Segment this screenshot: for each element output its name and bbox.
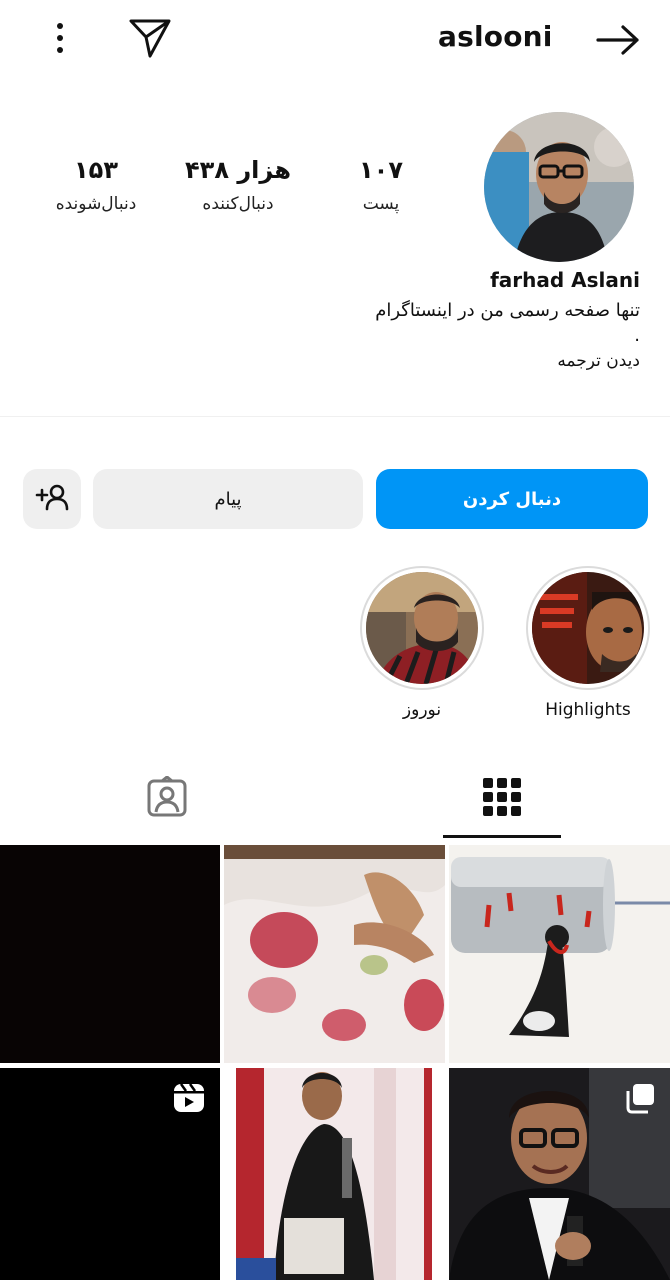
bio-text-dot: . xyxy=(634,325,640,346)
see-translation-link[interactable]: دیدن ترجمه xyxy=(120,351,640,371)
post-thumbnail[interactable] xyxy=(224,1068,445,1280)
active-tab-indicator xyxy=(443,835,561,838)
follow-button[interactable]: دنبال کردن xyxy=(376,469,648,529)
divider xyxy=(0,416,670,417)
following-count[interactable]: ۱۵۳ دنبال‌شونده xyxy=(38,156,154,214)
grid-icon xyxy=(482,777,522,821)
profile-bio: farhad Aslani تنها صفحه رسمی من در اینست… xyxy=(120,268,640,371)
paper-plane-icon[interactable] xyxy=(126,14,174,62)
following-count-value: ۱۵۳ xyxy=(74,156,118,184)
reel-icon xyxy=(172,1082,206,1118)
following-count-label: دنبال‌شونده xyxy=(55,194,137,214)
highlight-item[interactable]: Highlights xyxy=(524,566,652,720)
highlight-cover xyxy=(532,572,644,684)
post-thumbnail[interactable] xyxy=(449,1068,670,1280)
highlight-label: نوروز xyxy=(402,700,442,720)
highlight-cover xyxy=(366,572,478,684)
tab-tagged[interactable] xyxy=(108,764,226,834)
add-user-icon xyxy=(35,483,69,516)
tab-posts-grid[interactable] xyxy=(443,764,561,834)
post-thumbnail[interactable] xyxy=(0,845,220,1063)
post-thumbnail[interactable] xyxy=(0,1068,220,1280)
carousel-icon xyxy=(624,1082,656,1118)
tagged-person-icon xyxy=(146,775,188,822)
posts-count-label: پست xyxy=(362,194,400,214)
highlight-ring xyxy=(360,566,484,690)
post-thumbnail[interactable] xyxy=(224,845,445,1063)
top-bar: aslooni xyxy=(0,0,670,80)
more-options-icon[interactable] xyxy=(40,18,80,58)
highlight-item[interactable]: نوروز xyxy=(358,566,486,720)
followers-count-value: ۴۳۸ هزار xyxy=(185,156,291,184)
followers-count-label: دنبال‌کننده xyxy=(202,194,274,214)
posts-count: ۱۰۷ پست xyxy=(340,156,422,214)
highlight-ring xyxy=(526,566,650,690)
highlight-label: Highlights xyxy=(545,700,631,720)
profile-full-name: farhad Aslani xyxy=(490,268,640,292)
add-user-button[interactable] xyxy=(23,469,81,529)
profile-username: aslooni xyxy=(438,20,553,53)
followers-count[interactable]: ۴۳۸ هزار دنبال‌کننده xyxy=(178,156,298,214)
arrow-right-icon[interactable] xyxy=(592,16,644,64)
posts-count-value: ۱۰۷ xyxy=(359,156,403,184)
bio-text: تنها صفحه رسمی من در اینستاگرام xyxy=(375,300,640,321)
profile-avatar[interactable] xyxy=(484,112,634,262)
message-button[interactable]: پیام xyxy=(93,469,363,529)
post-thumbnail[interactable] xyxy=(449,845,670,1063)
